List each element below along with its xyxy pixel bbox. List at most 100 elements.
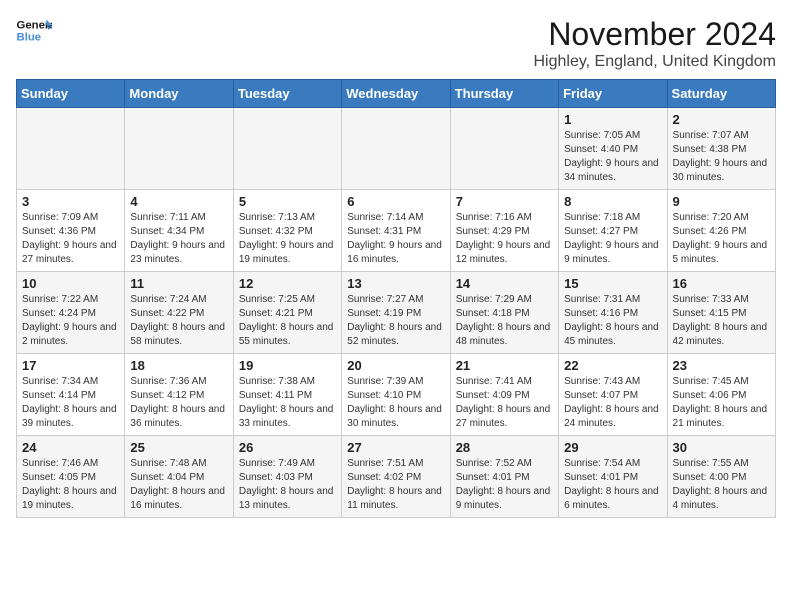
day-header-sunday: Sunday [17,80,125,108]
day-number: 9 [673,194,770,209]
day-info: Sunrise: 7:41 AM Sunset: 4:09 PM Dayligh… [456,375,553,431]
day-cell: 28Sunrise: 7:52 AM Sunset: 4:01 PM Dayli… [450,436,558,518]
day-cell: 5 Sunrise: 7:13 AM Sunset: 4:32 PM Daylig… [233,190,341,272]
day-cell [342,108,450,190]
day-cell: 6 Sunrise: 7:14 AM Sunset: 4:31 PM Daylig… [342,190,450,272]
day-info: Sunrise: 7:54 AM Sunset: 4:01 PM Dayligh… [564,457,661,513]
day-number: 6 [347,194,444,209]
header: General Blue November 2024 Highley, Engl… [16,16,776,71]
day-number: 22 [564,358,661,373]
week-row-1: 1 Sunrise: 7:05 AM Sunset: 4:40 PM Daylig… [17,108,776,190]
day-info: Sunrise: 7:34 AM Sunset: 4:14 PM Dayligh… [22,375,119,431]
day-info: Sunrise: 7:48 AM Sunset: 4:04 PM Dayligh… [130,457,227,513]
day-info: Sunrise: 7:29 AM Sunset: 4:18 PM Dayligh… [456,293,553,349]
day-cell: 8Sunrise: 7:18 AM Sunset: 4:27 PM Daylig… [559,190,667,272]
day-number: 1 [564,112,661,127]
day-cell: 13 Sunrise: 7:27 AM Sunset: 4:19 PM Dayli… [342,272,450,354]
day-info: Sunrise: 7:46 AM Sunset: 4:05 PM Dayligh… [22,457,119,513]
day-header-friday: Friday [559,80,667,108]
day-cell: 1 Sunrise: 7:05 AM Sunset: 4:40 PM Daylig… [559,108,667,190]
calendar-body: 1 Sunrise: 7:05 AM Sunset: 4:40 PM Daylig… [17,108,776,518]
day-number: 5 [239,194,336,209]
day-number: 30 [673,440,770,455]
day-number: 17 [22,358,119,373]
day-info: Sunrise: 7:49 AM Sunset: 4:03 PM Dayligh… [239,457,336,513]
day-info: Sunrise: 7:36 AM Sunset: 4:12 PM Dayligh… [130,375,227,431]
day-number: 15 [564,276,661,291]
day-info: Sunrise: 7:18 AM Sunset: 4:27 PM Dayligh… [564,211,661,267]
day-number: 2 [673,112,770,127]
location-title: Highley, England, United Kingdom [533,53,776,71]
day-cell: 3Sunrise: 7:09 AM Sunset: 4:36 PM Daylig… [17,190,125,272]
day-cell: 29Sunrise: 7:54 AM Sunset: 4:01 PM Dayli… [559,436,667,518]
day-cell: 4 Sunrise: 7:11 AM Sunset: 4:34 PM Daylig… [125,190,233,272]
day-cell: 26Sunrise: 7:49 AM Sunset: 4:03 PM Dayli… [233,436,341,518]
day-info: Sunrise: 7:43 AM Sunset: 4:07 PM Dayligh… [564,375,661,431]
calendar-header-row: SundayMondayTuesdayWednesdayThursdayFrid… [17,80,776,108]
day-info: Sunrise: 7:11 AM Sunset: 4:34 PM Dayligh… [130,211,227,267]
day-cell: 17 Sunrise: 7:34 AM Sunset: 4:14 PM Dayli… [17,354,125,436]
day-header-wednesday: Wednesday [342,80,450,108]
title-area: November 2024 Highley, England, United K… [533,16,776,71]
day-number: 14 [456,276,553,291]
day-number: 23 [673,358,770,373]
day-number: 21 [456,358,553,373]
day-number: 4 [130,194,227,209]
day-number: 28 [456,440,553,455]
day-info: Sunrise: 7:31 AM Sunset: 4:16 PM Dayligh… [564,293,661,349]
day-header-monday: Monday [125,80,233,108]
day-header-thursday: Thursday [450,80,558,108]
day-info: Sunrise: 7:51 AM Sunset: 4:02 PM Dayligh… [347,457,444,513]
day-cell: 15 Sunrise: 7:31 AM Sunset: 4:16 PM Dayli… [559,272,667,354]
day-info: Sunrise: 7:13 AM Sunset: 4:32 PM Dayligh… [239,211,336,267]
day-cell: 2 Sunrise: 7:07 AM Sunset: 4:38 PM Daylig… [667,108,775,190]
week-row-3: 10 Sunrise: 7:22 AM Sunset: 4:24 PM Dayli… [17,272,776,354]
day-header-saturday: Saturday [667,80,775,108]
day-info: Sunrise: 7:07 AM Sunset: 4:38 PM Dayligh… [673,129,770,185]
day-info: Sunrise: 7:24 AM Sunset: 4:22 PM Dayligh… [130,293,227,349]
month-title: November 2024 [533,16,776,53]
day-cell [450,108,558,190]
day-info: Sunrise: 7:16 AM Sunset: 4:29 PM Dayligh… [456,211,553,267]
day-cell: 23 Sunrise: 7:45 AM Sunset: 4:06 PM Dayli… [667,354,775,436]
day-info: Sunrise: 7:14 AM Sunset: 4:31 PM Dayligh… [347,211,444,267]
day-cell: 30 Sunrise: 7:55 AM Sunset: 4:00 PM Dayli… [667,436,775,518]
day-number: 12 [239,276,336,291]
day-cell: 25 Sunrise: 7:48 AM Sunset: 4:04 PM Dayli… [125,436,233,518]
day-info: Sunrise: 7:39 AM Sunset: 4:10 PM Dayligh… [347,375,444,431]
day-header-tuesday: Tuesday [233,80,341,108]
week-row-5: 24Sunrise: 7:46 AM Sunset: 4:05 PM Dayli… [17,436,776,518]
day-number: 10 [22,276,119,291]
day-number: 27 [347,440,444,455]
day-number: 18 [130,358,227,373]
week-row-4: 17 Sunrise: 7:34 AM Sunset: 4:14 PM Dayli… [17,354,776,436]
day-cell: 9 Sunrise: 7:20 AM Sunset: 4:26 PM Daylig… [667,190,775,272]
svg-text:Blue: Blue [17,32,42,44]
day-cell: 27 Sunrise: 7:51 AM Sunset: 4:02 PM Dayli… [342,436,450,518]
day-cell: 19 Sunrise: 7:38 AM Sunset: 4:11 PM Dayli… [233,354,341,436]
day-cell: 22 Sunrise: 7:43 AM Sunset: 4:07 PM Dayli… [559,354,667,436]
day-info: Sunrise: 7:45 AM Sunset: 4:06 PM Dayligh… [673,375,770,431]
day-cell: 7Sunrise: 7:16 AM Sunset: 4:29 PM Daylig… [450,190,558,272]
day-info: Sunrise: 7:38 AM Sunset: 4:11 PM Dayligh… [239,375,336,431]
logo: General Blue [16,16,52,44]
day-number: 25 [130,440,227,455]
calendar-table: SundayMondayTuesdayWednesdayThursdayFrid… [16,79,776,518]
day-info: Sunrise: 7:09 AM Sunset: 4:36 PM Dayligh… [22,211,119,267]
day-cell [17,108,125,190]
week-row-2: 3Sunrise: 7:09 AM Sunset: 4:36 PM Daylig… [17,190,776,272]
day-cell: 21 Sunrise: 7:41 AM Sunset: 4:09 PM Dayli… [450,354,558,436]
day-number: 20 [347,358,444,373]
day-number: 13 [347,276,444,291]
day-info: Sunrise: 7:20 AM Sunset: 4:26 PM Dayligh… [673,211,770,267]
day-number: 19 [239,358,336,373]
day-cell: 12Sunrise: 7:25 AM Sunset: 4:21 PM Dayli… [233,272,341,354]
day-info: Sunrise: 7:55 AM Sunset: 4:00 PM Dayligh… [673,457,770,513]
day-cell: 16Sunrise: 7:33 AM Sunset: 4:15 PM Dayli… [667,272,775,354]
day-cell: 18 Sunrise: 7:36 AM Sunset: 4:12 PM Dayli… [125,354,233,436]
day-info: Sunrise: 7:22 AM Sunset: 4:24 PM Dayligh… [22,293,119,349]
day-cell: 24Sunrise: 7:46 AM Sunset: 4:05 PM Dayli… [17,436,125,518]
day-info: Sunrise: 7:05 AM Sunset: 4:40 PM Dayligh… [564,129,661,185]
day-cell: 20 Sunrise: 7:39 AM Sunset: 4:10 PM Dayli… [342,354,450,436]
day-info: Sunrise: 7:27 AM Sunset: 4:19 PM Dayligh… [347,293,444,349]
